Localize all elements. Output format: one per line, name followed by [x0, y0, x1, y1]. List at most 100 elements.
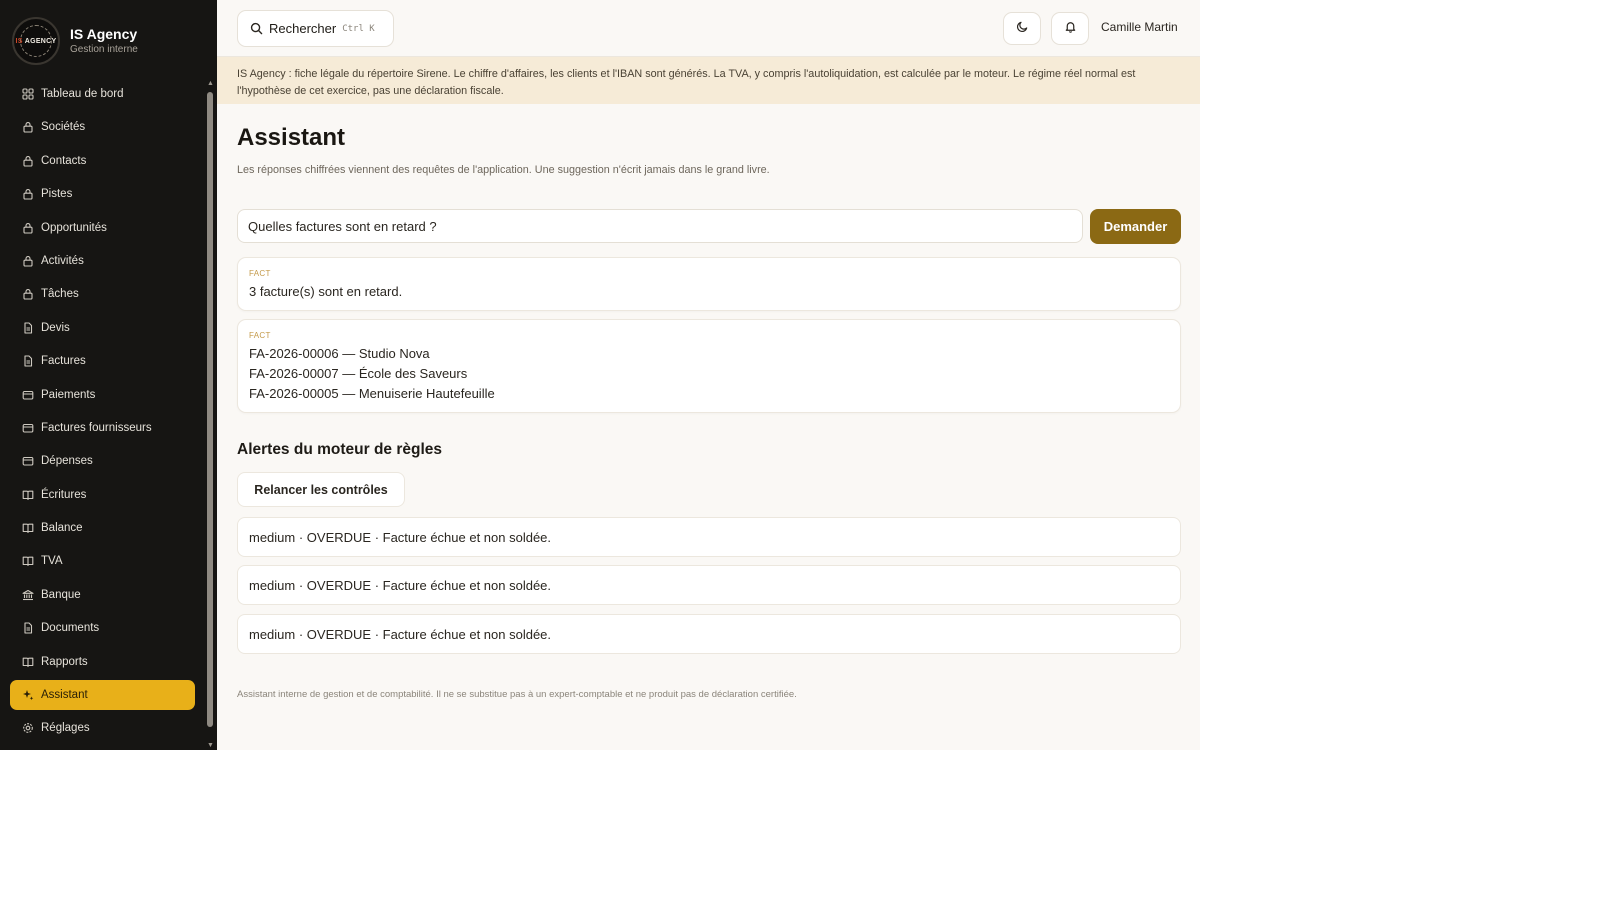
page-subtitle: Les réponses chiffrées viennent des requ… — [237, 164, 770, 176]
search-shortcut: Ctrl K — [342, 23, 375, 34]
lock-icon — [21, 154, 34, 167]
sidebar-item-label: Rapports — [41, 655, 88, 668]
bell-icon — [1064, 20, 1077, 38]
sidebar-item-reglages[interactable]: Réglages — [10, 713, 195, 743]
sidebar-item-label: Paiements — [41, 388, 96, 401]
invoice-line: FA-2026-00005 — Menuiserie Hautefeuille — [249, 386, 495, 401]
search-label: Rechercher — [269, 21, 337, 36]
app-window: IS AGENCY IS Agency Gestion interne Tabl… — [0, 0, 1200, 750]
lock-icon — [21, 254, 34, 267]
sidebar-item-label: Opportunités — [41, 221, 107, 234]
sidebar-item-assistant[interactable]: Assistant — [10, 680, 195, 711]
sidebar-item-label: Devis — [41, 321, 70, 334]
sidebar: IS AGENCY IS Agency Gestion interne Tabl… — [0, 0, 217, 750]
user-name[interactable]: Camille Martin — [1101, 20, 1178, 34]
bank-icon — [21, 588, 34, 601]
notifications-button[interactable] — [1051, 12, 1089, 45]
book-icon — [21, 555, 34, 568]
answer-line: 3 facture(s) sont en retard. — [249, 284, 403, 299]
gear-icon — [21, 722, 34, 735]
sidebar-item-depenses[interactable]: Dépenses — [10, 446, 195, 476]
sidebar-scrollbar[interactable]: ▲ ▼ — [206, 80, 214, 750]
sidebar-item-label: Activités — [41, 254, 84, 267]
sidebar-item-taches[interactable]: Tâches — [10, 279, 195, 309]
search-icon — [250, 22, 263, 35]
sidebar-item-balance[interactable]: Balance — [10, 513, 195, 543]
lock-icon — [21, 221, 34, 234]
sidebar-item-label: Écritures — [41, 488, 87, 501]
file-icon — [21, 321, 34, 334]
sidebar-item-label: Factures fournisseurs — [41, 421, 152, 434]
brand-subtitle: Gestion interne — [70, 44, 138, 55]
alert-item: medium · OVERDUE · Facture échue et non … — [237, 517, 1181, 557]
wallet-icon — [21, 455, 34, 468]
question-input[interactable] — [237, 209, 1083, 243]
sidebar-nav: Tableau de bord Sociétés Contacts Pistes Opp… — [10, 79, 195, 747]
sidebar-item-label: Dépenses — [41, 455, 93, 468]
sidebar-item-label: Factures — [41, 355, 86, 368]
moon-icon — [1016, 20, 1029, 38]
sidebar-item-factures[interactable]: Factures — [10, 346, 195, 376]
answer-tag: FACT — [249, 269, 271, 278]
sidebar-item-label: Documents — [41, 622, 100, 635]
info-banner: IS Agency : fiche légale du répertoire S… — [217, 57, 1200, 104]
brand-name: IS Agency — [70, 26, 138, 42]
file-icon — [21, 622, 34, 635]
sidebar-item-label: Tableau de bord — [41, 88, 124, 100]
sidebar-item-documents[interactable]: Documents — [10, 613, 195, 643]
answer-card: FACT FA-2026-00006 — Studio Nova FA-2026… — [237, 319, 1181, 413]
sidebar-item-rapports[interactable]: Rapports — [10, 647, 195, 677]
book-icon — [21, 488, 34, 501]
invoice-line: FA-2026-00007 — École des Saveurs — [249, 366, 468, 381]
sidebar-item-contacts[interactable]: Contacts — [10, 146, 195, 176]
footer-disclaimer: Assistant interne de gestion et de compt… — [237, 689, 797, 700]
wallet-icon — [21, 421, 34, 434]
sidebar-item-label: Contacts — [41, 154, 87, 167]
sidebar-item-societes[interactable]: Sociétés — [10, 112, 195, 142]
search-button[interactable]: Rechercher Ctrl K — [237, 10, 394, 47]
sidebar-item-label: Assistant — [41, 689, 88, 702]
sidebar-item-ecritures[interactable]: Écritures — [10, 480, 195, 510]
sidebar-item-label: Réglages — [41, 722, 90, 735]
alert-item: medium · OVERDUE · Facture échue et non … — [237, 614, 1181, 654]
wallet-icon — [21, 388, 34, 401]
sidebar-item-paiements[interactable]: Paiements — [10, 380, 195, 410]
file-icon — [21, 355, 34, 368]
sidebar-item-label: TVA — [41, 555, 63, 568]
ask-button[interactable]: Demander — [1090, 209, 1181, 244]
sidebar-item-opportunites[interactable]: Opportunités — [10, 213, 195, 243]
scrollbar-thumb[interactable] — [207, 92, 213, 727]
page-title: Assistant — [237, 124, 346, 151]
invoice-line: FA-2026-00006 — Studio Nova — [249, 346, 430, 361]
brand[interactable]: IS AGENCY IS Agency Gestion interne — [12, 17, 138, 65]
answer-card: FACT 3 facture(s) sont en retard. — [237, 257, 1181, 311]
alert-item: medium · OVERDUE · Facture échue et non … — [237, 565, 1181, 605]
lock-icon — [21, 288, 34, 301]
sidebar-item-pistes[interactable]: Pistes — [10, 179, 195, 209]
theme-toggle-button[interactable] — [1003, 12, 1041, 45]
topbar: Rechercher Ctrl K Camille Martin — [217, 0, 1200, 57]
sidebar-item-label: Banque — [41, 588, 81, 601]
grid-icon — [21, 88, 34, 101]
rules-section-title: Alertes du moteur de règles — [237, 441, 443, 458]
sidebar-item-banque[interactable]: Banque — [10, 580, 195, 610]
book-icon — [21, 655, 34, 668]
scroll-up-icon[interactable]: ▲ — [207, 80, 214, 88]
sidebar-item-label: Pistes — [41, 188, 73, 201]
sidebar-item-label: Sociétés — [41, 121, 86, 134]
sidebar-item-label: Tâches — [41, 288, 79, 301]
answer-tag: FACT — [249, 331, 271, 340]
sidebar-item-activites[interactable]: Activités — [10, 246, 195, 276]
lock-icon — [21, 188, 34, 201]
rerun-checks-button[interactable]: Relancer les contrôles — [237, 472, 405, 507]
lock-icon — [21, 121, 34, 134]
sidebar-item-devis[interactable]: Devis — [10, 313, 195, 343]
book-icon — [21, 522, 34, 535]
logo-text-agency: AGENCY — [24, 37, 57, 45]
sidebar-item-tva[interactable]: TVA — [10, 546, 195, 576]
sidebar-item-tableau-de-bord[interactable]: Tableau de bord — [10, 79, 195, 109]
sidebar-item-factures-fournisseurs[interactable]: Factures fournisseurs — [10, 413, 195, 443]
agency-logo: IS AGENCY — [12, 17, 60, 65]
scroll-down-icon[interactable]: ▼ — [207, 742, 214, 750]
sparkle-icon — [21, 689, 34, 702]
